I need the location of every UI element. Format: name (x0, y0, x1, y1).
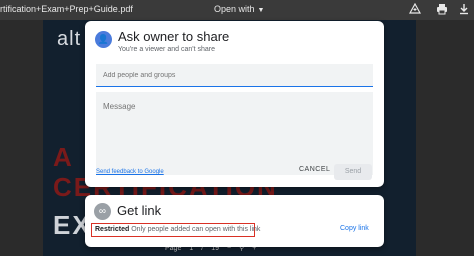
ask-owner-dialog: 👤 Ask owner to share You're a viewer and… (85, 21, 384, 187)
restricted-description: Only people added can open with this lin… (131, 226, 261, 233)
add-person-icon: 👤 (95, 31, 112, 48)
document-heading-line1: A (53, 142, 74, 172)
dialog-subtitle: You're a viewer and can't share (118, 46, 215, 53)
dialog-title: Ask owner to share (118, 29, 230, 44)
document-brand: alt (57, 28, 82, 50)
download-icon[interactable] (458, 3, 470, 15)
open-with-label: Open with (214, 4, 255, 14)
add-to-drive-icon[interactable] (409, 3, 421, 15)
link-restriction-status: Restricted Only people added can open wit… (91, 223, 260, 237)
chevron-down-icon: ▼ (257, 7, 265, 14)
message-field[interactable] (96, 92, 373, 175)
copy-link-button[interactable]: Copy link (340, 225, 369, 232)
get-link-title: Get link (117, 203, 162, 218)
add-people-input[interactable] (96, 64, 373, 87)
open-with-button[interactable]: Open with ▼ (214, 4, 264, 14)
file-name: rtification+Exam+Prep+Guide.pdf (0, 4, 133, 14)
restricted-label: Restricted (95, 226, 130, 233)
cancel-button[interactable]: CANCEL (299, 166, 330, 173)
viewer-toolbar: rtification+Exam+Prep+Guide.pdf Open wit… (0, 0, 474, 20)
link-icon: ∞ (94, 203, 111, 220)
print-icon[interactable] (436, 3, 448, 15)
send-button[interactable]: Send (334, 164, 372, 180)
get-link-panel: ∞ Get link Restricted Only people added c… (85, 195, 384, 247)
send-feedback-link[interactable]: Send feedback to Google (96, 169, 164, 175)
